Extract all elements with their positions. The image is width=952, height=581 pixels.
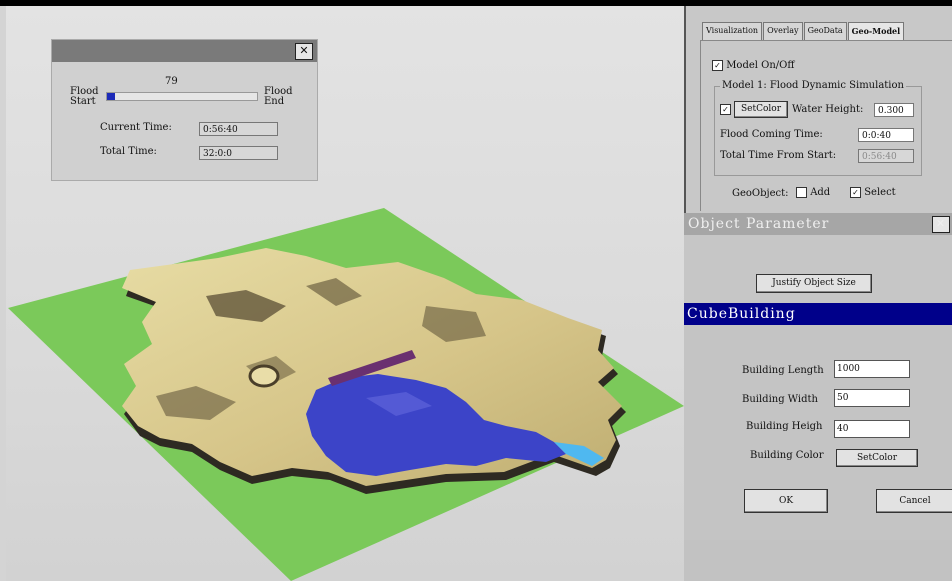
add-row: Add	[796, 187, 830, 198]
add-checkbox[interactable]	[796, 187, 807, 198]
building-height-input[interactable]: 40	[834, 420, 910, 438]
select-row: ✓ Select	[850, 187, 896, 198]
tab-geo-model[interactable]: Geo-Model	[847, 22, 905, 40]
flood-start-label: Flood Start	[70, 87, 99, 107]
geoobject-label: GeoObject:	[732, 188, 789, 199]
total-time-field: 32:0:0	[199, 146, 278, 160]
building-length-input[interactable]: 1000	[834, 360, 910, 378]
select-checkbox[interactable]: ✓	[850, 187, 861, 198]
tab-strip: Visualization Overlay GeoData Geo-Model	[702, 22, 905, 40]
select-label: Select	[864, 187, 896, 198]
justify-object-size-button[interactable]: Justify Object Size	[756, 274, 872, 293]
flood-end-label: Flood End	[264, 87, 293, 107]
building-width-input[interactable]: 50	[834, 389, 910, 407]
flood-start-line2: Start	[70, 96, 96, 107]
setcolor-button[interactable]: SetColor	[734, 101, 788, 118]
model-group-title: Model 1: Flood Dynamic Simulation	[720, 80, 906, 91]
total-from-start-field: 0:56:40	[858, 149, 914, 163]
cancel-button[interactable]: Cancel	[876, 489, 952, 513]
water-height-label: Water Height:	[792, 104, 864, 115]
model-onoff-checkbox[interactable]: ✓	[712, 60, 723, 71]
coming-time-label: Flood Coming Time:	[720, 129, 823, 140]
model-onoff-row: ✓ Model On/Off	[712, 60, 794, 71]
building-length-label: Building Length	[742, 365, 824, 376]
setcolor-row: ✓	[720, 104, 731, 115]
coming-time-field[interactable]: 0:0:40	[858, 128, 914, 142]
current-time-field: 0:56:40	[199, 122, 278, 136]
total-from-start-label: Total Time From Start:	[720, 150, 837, 161]
object-parameter-titlebar[interactable]: Object Parameter ✕	[684, 213, 952, 235]
dialog-titlebar[interactable]: ✕	[52, 40, 317, 62]
building-height-label: Building Heigh	[746, 421, 823, 432]
flood-time-dialog: ✕ 79 Flood Start Flood End Current Time:…	[51, 39, 318, 181]
ok-button[interactable]: OK	[744, 489, 828, 513]
tab-visualization[interactable]: Visualization	[702, 22, 763, 40]
slider-thumb[interactable]	[107, 93, 115, 100]
slider-value: 79	[165, 76, 178, 87]
tab-geodata[interactable]: GeoData	[803, 22, 847, 40]
current-time-label: Current Time:	[100, 122, 172, 133]
object-parameter-dialog: Object Parameter ✕ Justify Object Size	[684, 213, 952, 309]
tab-overlay[interactable]: Overlay	[763, 22, 803, 40]
water-height-field[interactable]: 0.300	[874, 103, 914, 117]
model-onoff-label: Model On/Off	[726, 60, 795, 71]
cube-building-title[interactable]: CubeBuilding	[684, 303, 952, 325]
flood-time-slider[interactable]	[106, 92, 258, 101]
building-setcolor-button[interactable]: SetColor	[836, 449, 918, 467]
object-parameter-title: Object Parameter	[688, 216, 830, 232]
close-button[interactable]: ✕	[295, 43, 313, 60]
flood-end-line2: End	[264, 96, 285, 107]
cube-building-dialog: CubeBuilding Building Length 1000 Buildi…	[684, 303, 952, 540]
object-parameter-close-button[interactable]: ✕	[932, 216, 950, 233]
setcolor-checkbox[interactable]: ✓	[720, 104, 731, 115]
add-label: Add	[810, 187, 831, 198]
building-width-label: Building Width	[742, 394, 818, 405]
building-color-label: Building Color	[750, 450, 824, 461]
bottom-panel	[684, 540, 952, 581]
total-time-label: Total Time:	[100, 146, 157, 157]
